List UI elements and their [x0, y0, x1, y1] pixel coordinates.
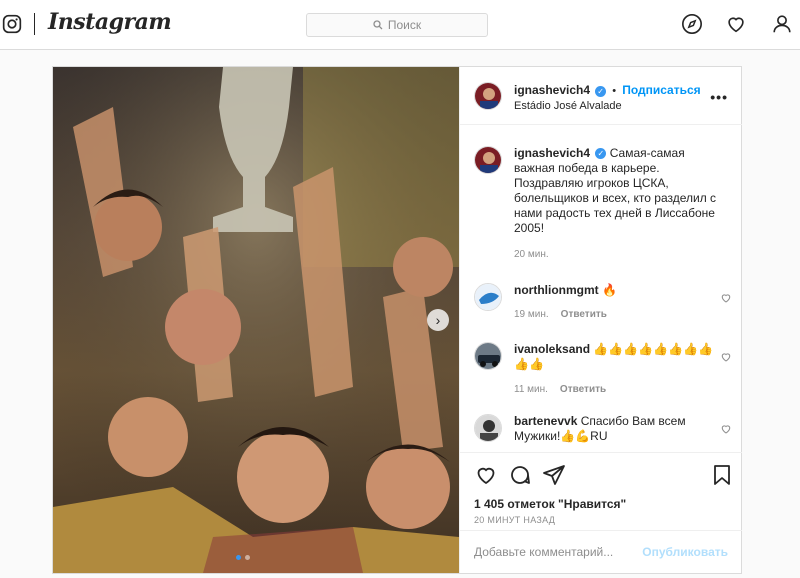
add-comment-bar: Добавьте комментарий... Опубликовать [460, 530, 742, 572]
post-actions: 1 405 отметок "Нравится" 20 МИНУТ НАЗАД [460, 452, 742, 525]
caption-time: 20 мин. [514, 249, 549, 260]
comment-text: bartenevvk Спасибо Вам всем Мужики!👍💪RU [514, 414, 722, 444]
more-options-icon[interactable]: ••• [710, 89, 728, 105]
commenter-avatar[interactable] [474, 283, 502, 311]
activity-heart-icon[interactable] [725, 13, 747, 35]
post-card: › ignashevich4 ✓ • Подписаться Estádio J… [52, 66, 742, 574]
save-bookmark-icon[interactable] [710, 463, 734, 487]
comment-time: 19 мин. [514, 309, 549, 320]
comment-body: 🔥 [602, 283, 617, 297]
caption-username[interactable]: ignashevich4 [514, 146, 590, 160]
follow-button[interactable]: Подписаться [622, 83, 700, 97]
post-header: ignashevich4 ✓ • Подписаться Estádio Jos… [460, 67, 742, 125]
post-photo[interactable]: › [53, 67, 459, 573]
comment-username[interactable]: bartenevvk [514, 414, 577, 428]
comment-text: northlionmgmt 🔥 [514, 283, 722, 298]
carousel-dots [236, 555, 250, 560]
like-comment-heart-icon[interactable] [720, 423, 732, 435]
post-location[interactable]: Estádio José Alvalade [514, 100, 622, 112]
search-icon [373, 20, 383, 30]
comment-username[interactable]: northlionmgmt [514, 283, 599, 297]
post-sidebar: ignashevich4 ✓ • Подписаться Estádio Jos… [459, 67, 742, 573]
explore-compass-icon[interactable] [681, 13, 703, 35]
comment-bubble-icon[interactable] [508, 463, 532, 487]
comments-list: ignashevich4 ✓ Самая-самая важная победа… [460, 126, 742, 452]
carousel-dot [245, 555, 250, 560]
share-paper-plane-icon[interactable] [542, 463, 566, 487]
author-avatar-small[interactable] [474, 146, 502, 174]
verified-badge-icon: ✓ [595, 85, 607, 97]
instagram-camera-icon[interactable] [2, 14, 22, 34]
logo-divider [34, 13, 35, 35]
next-photo-button[interactable]: › [427, 309, 449, 331]
comment-meta: 19 мин. Ответить [514, 309, 607, 320]
author-username[interactable]: ignashevich4 [514, 83, 590, 97]
team-celebration-image [53, 67, 459, 573]
like-heart-icon[interactable] [474, 463, 498, 487]
top-nav-bar: Instagram Поиск [0, 0, 800, 50]
like-comment-heart-icon[interactable] [720, 351, 732, 363]
post-timestamp[interactable]: 20 МИНУТ НАЗАД [474, 515, 555, 525]
comment-username[interactable]: ivanoleksand [514, 342, 590, 356]
publish-button[interactable]: Опубликовать [642, 545, 728, 559]
instagram-wordmark[interactable]: Instagram [48, 9, 172, 35]
search-placeholder: Поиск [387, 18, 422, 32]
likes-count[interactable]: 1 405 отметок "Нравится" [474, 497, 626, 511]
commenter-avatar[interactable] [474, 342, 502, 370]
commenter-avatar[interactable] [474, 414, 502, 442]
carousel-dot-active [236, 555, 241, 560]
reply-button[interactable]: Ответить [560, 384, 606, 395]
like-comment-heart-icon[interactable] [720, 292, 732, 304]
comment-text: ivanoleksand 👍👍👍👍👍👍👍👍👍👍 [514, 342, 722, 372]
comment-input[interactable]: Добавьте комментарий... [474, 545, 613, 559]
profile-icon[interactable] [771, 13, 793, 35]
verified-badge-icon: ✓ [595, 148, 607, 160]
caption-text: ignashevich4 ✓ Самая-самая важная победа… [514, 146, 722, 236]
search-input[interactable]: Поиск [306, 13, 488, 37]
author-avatar[interactable] [474, 82, 502, 110]
reply-button[interactable]: Ответить [561, 309, 607, 320]
comment-time: 11 мин. [514, 384, 548, 395]
comment-meta: 11 мин. Ответить [514, 384, 606, 395]
